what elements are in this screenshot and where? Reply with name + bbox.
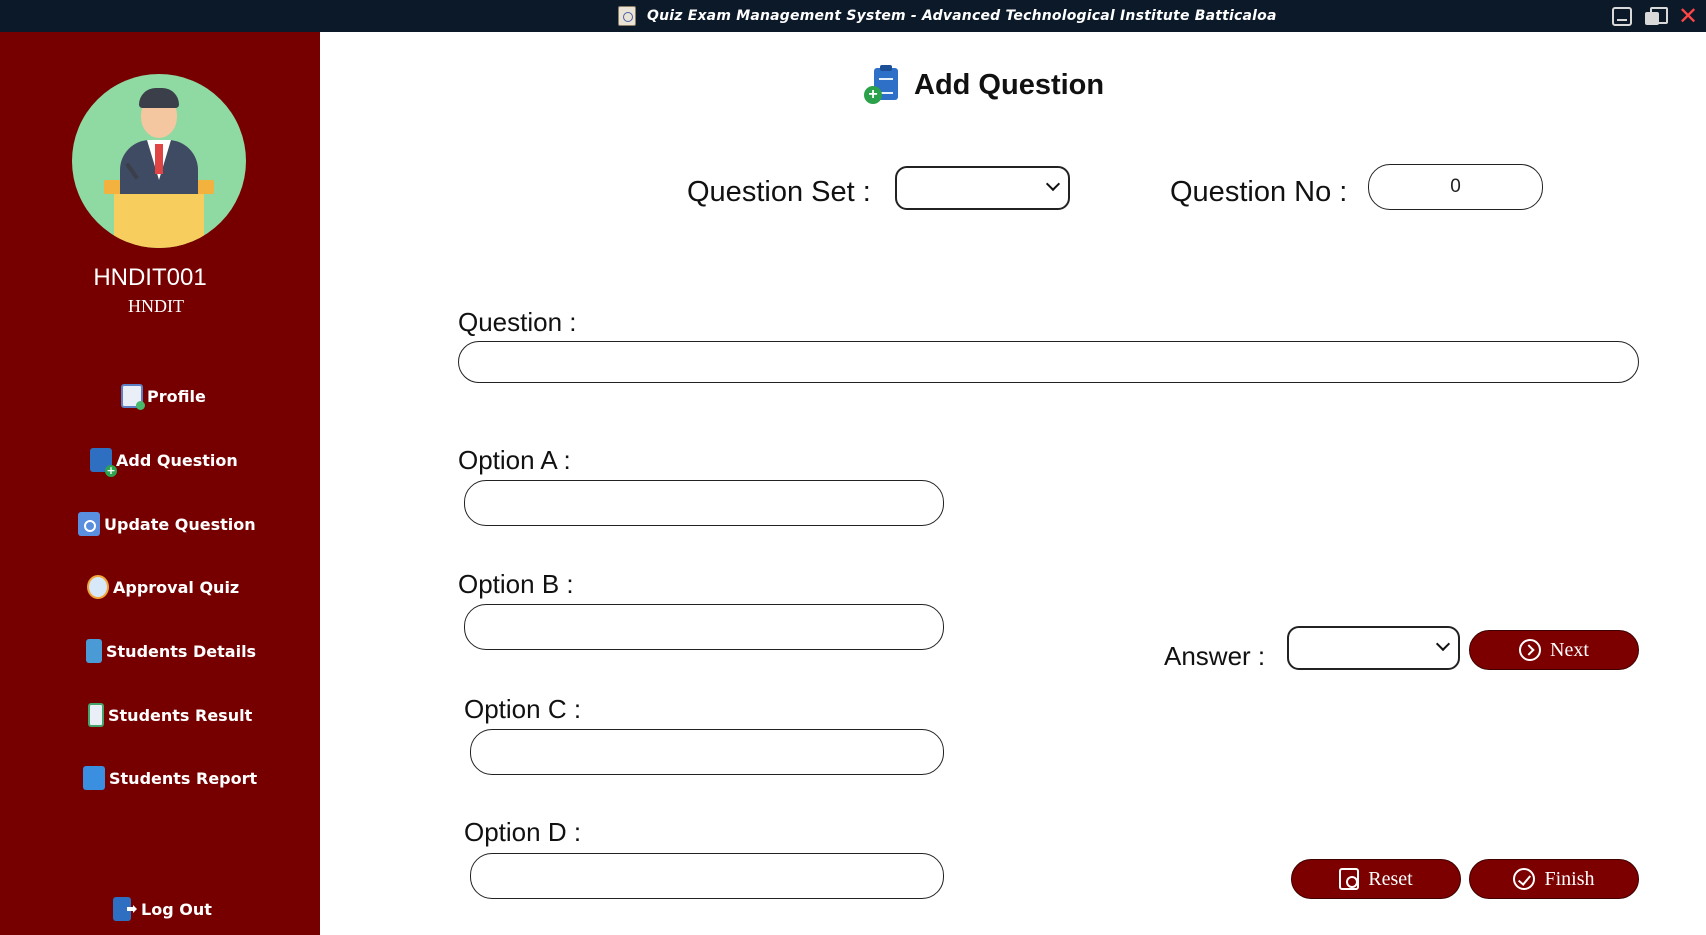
sidebar-item-approval-quiz[interactable]: Approval Quiz: [87, 575, 239, 599]
sidebar-item-students-details[interactable]: Students Details: [86, 639, 256, 663]
avatar: [72, 74, 246, 248]
option-b-input[interactable]: [464, 604, 944, 650]
next-button[interactable]: Next: [1469, 630, 1639, 670]
update-question-icon: [78, 512, 100, 536]
option-c-label: Option C :: [464, 694, 582, 724]
sidebar-item-profile[interactable]: Profile: [121, 384, 206, 410]
finish-button[interactable]: Finish: [1469, 859, 1639, 899]
question-set-label: Question Set :: [687, 176, 871, 208]
page-header: + Add Question: [862, 65, 1105, 104]
question-no-label: Question No :: [1170, 176, 1348, 208]
logout-label: Log Out: [141, 899, 212, 919]
window-title: Quiz Exam Management System - Advanced T…: [647, 8, 1277, 24]
question-label: Question :: [458, 307, 577, 337]
sidebar-item-label: Approval Quiz: [113, 577, 240, 597]
profile-icon: [121, 384, 145, 410]
sidebar-item-students-report[interactable]: Students Report: [83, 766, 257, 790]
option-a-label: Option A :: [458, 445, 571, 475]
logout-button[interactable]: Log Out: [113, 897, 212, 921]
sidebar-item-add-question[interactable]: Add Question: [90, 448, 238, 477]
chevron-down-icon: [1435, 636, 1451, 652]
page-title: Add Question: [914, 68, 1105, 101]
sidebar-item-label: Profile: [147, 386, 206, 406]
sidebar-item-update-question[interactable]: Update Question: [78, 512, 256, 536]
option-a-input[interactable]: [464, 480, 944, 526]
add-question-icon: [90, 448, 117, 477]
question-input[interactable]: [458, 341, 1639, 383]
restore-icon[interactable]: [1645, 7, 1668, 26]
chevron-down-icon: [1045, 176, 1061, 192]
app-logo-icon: [618, 6, 636, 26]
students-report-icon: [83, 766, 105, 790]
sidebar-item-label: Update Question: [104, 514, 256, 534]
approval-quiz-icon: [87, 575, 109, 599]
close-icon[interactable]: ✕: [1678, 4, 1698, 28]
option-b-label: Option B :: [458, 569, 574, 599]
sidebar-item-label: Add Question: [116, 450, 238, 470]
sidebar-item-label: Students Result: [108, 705, 253, 725]
add-question-icon: +: [862, 65, 902, 104]
students-result-icon: [88, 703, 104, 727]
answer-label: Answer :: [1164, 641, 1266, 671]
students-details-icon: [86, 639, 102, 663]
reset-icon: [1339, 868, 1360, 890]
sidebar-item-students-result[interactable]: Students Result: [88, 703, 252, 727]
option-d-input[interactable]: [470, 853, 944, 899]
check-badge-icon: [1513, 868, 1536, 890]
logout-icon: [113, 897, 131, 921]
arrow-right-circle-icon: [1519, 639, 1542, 661]
answer-select[interactable]: [1287, 626, 1460, 670]
question-no-field[interactable]: 0: [1368, 164, 1543, 210]
reset-button[interactable]: Reset: [1291, 859, 1461, 899]
option-d-label: Option D :: [464, 817, 582, 847]
sidebar-item-label: Students Report: [109, 768, 258, 788]
user-group: HNDIT: [128, 296, 184, 316]
question-set-select[interactable]: [895, 166, 1070, 210]
window-titlebar: Quiz Exam Management System - Advanced T…: [0, 0, 1706, 32]
minimize-icon[interactable]: [1612, 7, 1632, 26]
sidebar-item-label: Students Details: [106, 641, 257, 661]
sidebar: HNDIT001 HNDIT Profile Add Question Upda…: [0, 32, 320, 935]
user-id: HNDIT001: [93, 264, 207, 291]
option-c-input[interactable]: [470, 729, 944, 775]
